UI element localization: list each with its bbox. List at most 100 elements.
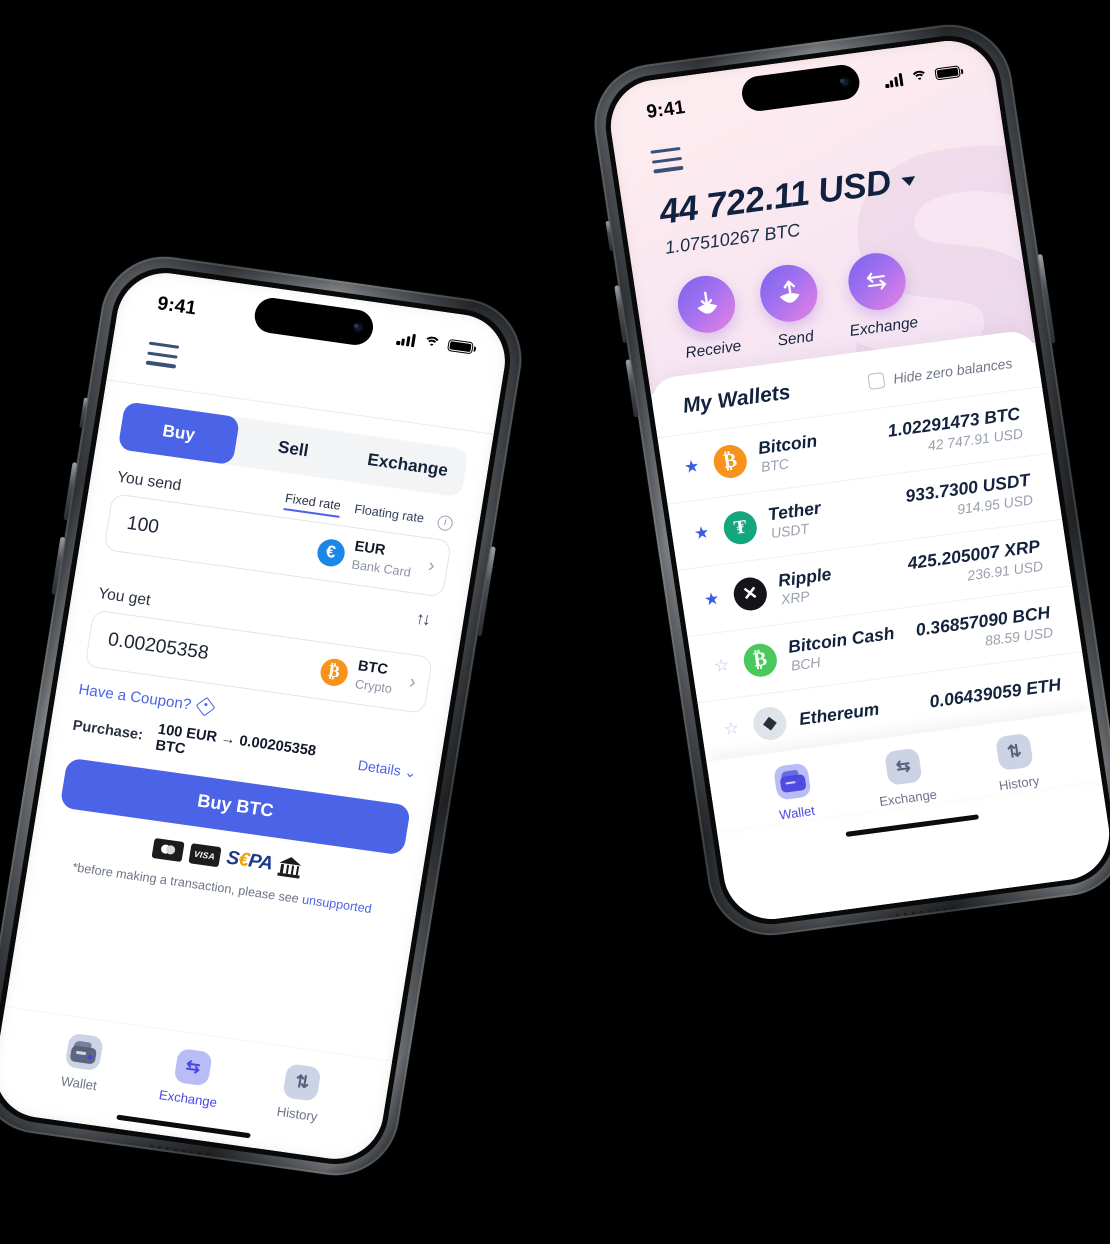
- rate-floating[interactable]: Floating rate: [353, 501, 425, 528]
- status-time: 9:41: [645, 97, 687, 123]
- nav-item-history[interactable]: ⇅ History: [242, 1058, 359, 1129]
- chevron-down-icon[interactable]: [901, 176, 917, 187]
- home-indicator[interactable]: [845, 813, 979, 837]
- you-send-amount-input[interactable]: 100: [125, 513, 319, 562]
- bitcoin-cash-coin-icon: ₿: [741, 641, 780, 679]
- you-get-currency-selector[interactable]: ₿ BTC Crypto ›: [318, 652, 419, 701]
- volume-down-button[interactable]: [51, 536, 66, 596]
- favorite-star-icon[interactable]: ★: [703, 589, 722, 610]
- front-camera-icon: [351, 321, 365, 334]
- wallet-names: Tether USDT: [767, 488, 897, 543]
- receive-arrow-down-icon: [673, 271, 739, 336]
- nav-label-wallet: Wallet: [59, 1073, 98, 1094]
- purchase-details-toggle[interactable]: Details ⌄: [357, 757, 418, 782]
- status-indicators: [396, 331, 474, 355]
- mastercard-icon: [151, 837, 185, 862]
- you-send-currency-code: EUR: [353, 538, 387, 559]
- status-indicators: [884, 65, 961, 89]
- home-indicator[interactable]: [116, 1114, 251, 1139]
- wallet-names: Ethereum: [798, 693, 919, 729]
- info-circle-icon[interactable]: i: [436, 514, 454, 532]
- unsupported-countries-link[interactable]: unsupported: [301, 892, 373, 916]
- right-phone-screen: S 9:41 44 722.11 USD 1.07510267 BTC Rece…: [604, 35, 1110, 925]
- nav-label-wallet: Wallet: [778, 802, 816, 823]
- visa-icon: VISA: [188, 842, 222, 867]
- exchange-arrows-icon: [844, 249, 910, 314]
- you-get-currency-text: BTC Crypto: [354, 657, 397, 698]
- hide-zero-balances-toggle[interactable]: Hide zero balances: [867, 355, 1013, 390]
- eur-coin-icon: €: [315, 537, 347, 568]
- you-get-currency-sub: Crypto: [353, 677, 393, 697]
- wifi-icon: [421, 334, 442, 355]
- my-wallets-screen: S 9:41 44 722.11 USD 1.07510267 BTC Rece…: [604, 35, 1110, 925]
- nav-item-exchange[interactable]: ⇆ Exchange: [846, 742, 964, 812]
- you-send-label: You send: [115, 468, 183, 495]
- power-button[interactable]: [1037, 253, 1056, 344]
- favorite-star-icon[interactable]: ☆: [713, 655, 732, 676]
- volume-down-button[interactable]: [625, 359, 640, 418]
- wifi-icon: [909, 69, 929, 89]
- buy-exchange-screen: 9:41 Buy Sell Exchange You send Fixed ra…: [0, 266, 513, 1166]
- wallet-ticker: XRP: [779, 587, 811, 608]
- wallet-ticker: BCH: [789, 653, 822, 674]
- wallet-amounts: 0.06439059 ETH: [928, 674, 1062, 712]
- nav-item-wallet[interactable]: Wallet: [735, 757, 853, 827]
- coupon-label: Have a Coupon?: [77, 680, 193, 714]
- wallet-amounts: 933.7300 USDT 914.95 USD: [904, 469, 1034, 525]
- tab-buy[interactable]: Buy: [118, 401, 240, 465]
- left-bottom-nav: Wallet ⇆ Exchange ⇅ History: [0, 1006, 393, 1134]
- wallet-ticker: USDT: [769, 520, 810, 542]
- mockup-stage: 9:41 Buy Sell Exchange You send Fixed ra…: [0, 0, 1110, 1244]
- action-label-exchange: Exchange: [848, 313, 920, 340]
- wallet-amount: 0.06439059 ETH: [928, 673, 1063, 712]
- nav-label-exchange: Exchange: [157, 1087, 219, 1111]
- wallet-name: Tether: [766, 497, 823, 525]
- speaker-grille: [149, 1144, 210, 1156]
- volume-up-button[interactable]: [614, 285, 628, 344]
- silent-switch[interactable]: [79, 397, 89, 428]
- send-arrow-up-icon: [756, 260, 822, 325]
- silent-switch[interactable]: [605, 220, 614, 252]
- nav-item-wallet[interactable]: Wallet: [24, 1027, 141, 1098]
- btc-coin-icon: ₿: [318, 656, 350, 688]
- wallet-amounts: 0.36857090 BCH 88.59 USD: [914, 602, 1054, 659]
- cellular-bars-icon: [884, 72, 904, 88]
- action-label-receive: Receive: [684, 337, 743, 362]
- nav-item-history[interactable]: ⇅ History: [957, 727, 1075, 797]
- swap-vertical-icon[interactable]: ↑↓: [414, 608, 431, 630]
- nav-label-history: History: [997, 772, 1041, 793]
- tether-coin-icon: ₮: [721, 509, 760, 547]
- wallet-name: Bitcoin: [756, 430, 819, 459]
- sepa-pa: PA: [247, 849, 275, 875]
- rate-fixed[interactable]: Fixed rate: [283, 490, 342, 518]
- power-button[interactable]: [476, 546, 496, 637]
- favorite-star-icon[interactable]: ☆: [722, 718, 741, 739]
- nav-label-exchange: Exchange: [878, 786, 938, 809]
- nav-item-exchange[interactable]: ⇆ Exchange: [133, 1043, 250, 1114]
- wallet-names: Bitcoin BTC: [757, 423, 880, 477]
- favorite-star-icon[interactable]: ★: [683, 456, 702, 477]
- chevron-right-icon[interactable]: ›: [426, 555, 437, 578]
- action-send[interactable]: Send: [756, 260, 825, 352]
- ripple-coin-icon: ✕: [731, 575, 770, 613]
- tab-sell[interactable]: Sell: [232, 417, 354, 481]
- you-send-currency-text: EUR Bank Card: [350, 538, 415, 582]
- action-exchange[interactable]: Exchange: [838, 248, 919, 340]
- wallet-name: Bitcoin Cash: [786, 622, 896, 657]
- you-get-amount-input[interactable]: 0.00205358: [106, 629, 322, 681]
- volume-up-button[interactable]: [63, 462, 78, 521]
- chevron-down-icon: ⌄: [403, 763, 418, 781]
- dynamic-island: [739, 62, 862, 114]
- exchange-icon: ⇆: [173, 1047, 213, 1087]
- favorite-star-icon[interactable]: ★: [693, 523, 712, 544]
- wallet-ticker: BTC: [759, 455, 790, 475]
- chevron-right-icon[interactable]: ›: [408, 672, 418, 695]
- left-phone-device: 9:41 Buy Sell Exchange You send Fixed ra…: [0, 248, 531, 1184]
- you-send-currency-selector[interactable]: € EUR Bank Card ›: [314, 533, 437, 585]
- action-receive[interactable]: Receive: [673, 271, 743, 363]
- wallet-name: Ethereum: [797, 698, 881, 729]
- wallet-names: Bitcoin Cash BCH: [787, 622, 908, 676]
- tab-exchange[interactable]: Exchange: [347, 433, 469, 497]
- battery-icon: [934, 65, 961, 81]
- checkbox-unchecked-icon[interactable]: [867, 371, 886, 390]
